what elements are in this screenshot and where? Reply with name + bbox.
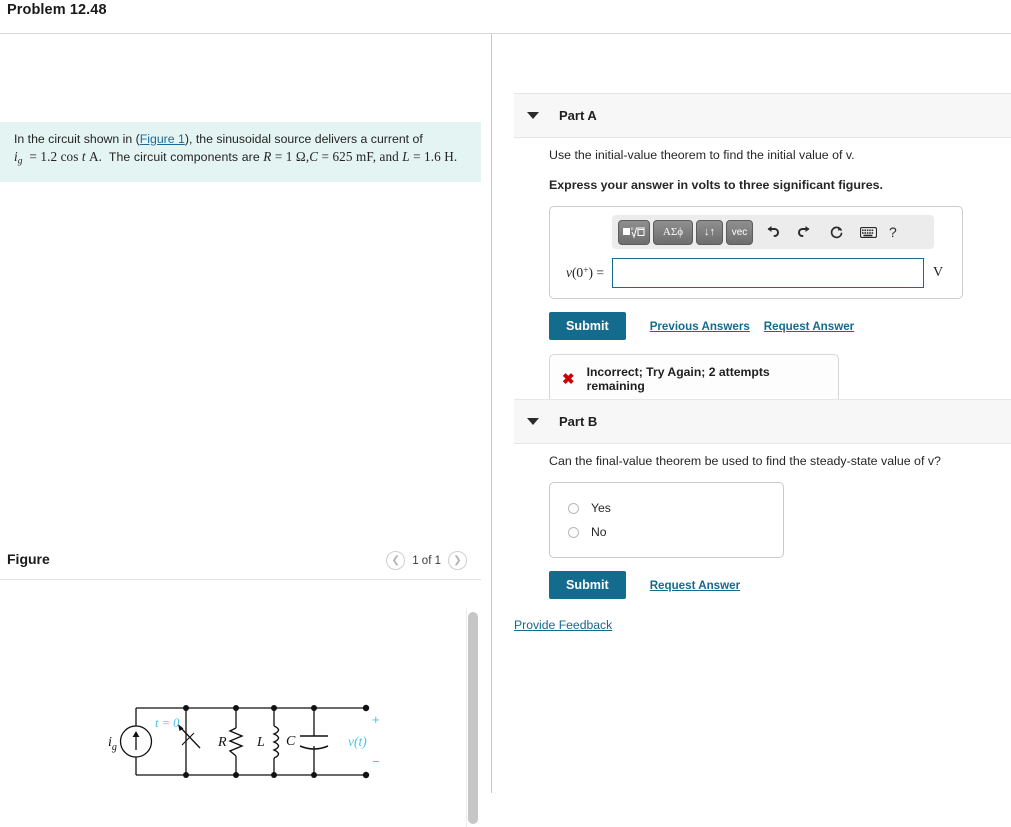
- part-b-prompt: Can the final-value theorem be used to f…: [549, 454, 941, 468]
- part-a-prompt-text: Use the initial-value theorem to find th…: [549, 148, 855, 162]
- math-template-button[interactable]: n: [618, 219, 650, 245]
- figure-pager: ❮ 1 of 1 ❯: [386, 551, 467, 570]
- resistor-unit: Ω: [295, 149, 306, 164]
- figure-title: Figure: [7, 551, 50, 567]
- vector-button[interactable]: vec: [726, 219, 753, 245]
- request-answer-link-b[interactable]: Request Answer: [650, 579, 740, 592]
- circuit-diagram: ig R L C t = 0 + v(t) −: [98, 690, 388, 805]
- page-title: Problem 12.48: [7, 2, 107, 18]
- inductor-value: 1.6: [424, 149, 441, 164]
- alert-message: Incorrect; Try Again; 2 attempts remaini…: [586, 365, 770, 393]
- part-a-answer-row: v(0+) = V: [560, 258, 952, 288]
- statement-text-pre: In the circuit shown in (: [14, 132, 140, 146]
- statement-text-post: ), the sinusoidal source delivers a curr…: [184, 132, 423, 146]
- part-a-header[interactable]: Part A: [514, 93, 1011, 138]
- part-b-body: Can the final-value theorem be used to f…: [514, 452, 1011, 599]
- polarity-minus-label: −: [372, 754, 380, 769]
- title-bar: Problem 12.48: [0, 0, 1011, 34]
- part-a-body: Use the initial-value theorem to find th…: [514, 146, 1011, 404]
- radio-label-no: No: [591, 525, 607, 539]
- part-a-submit-button[interactable]: Submit: [549, 312, 626, 340]
- part-b-submit-button[interactable]: Submit: [549, 571, 626, 599]
- inductor-label: L: [256, 735, 265, 750]
- capacitor-unit: mF: [355, 149, 373, 164]
- sqrt-template-icon: n: [623, 227, 645, 239]
- current-unit: A: [89, 149, 99, 164]
- capacitor-value: 625: [332, 149, 353, 164]
- answer-input[interactable]: [612, 258, 924, 288]
- radio-button-no[interactable]: [568, 526, 579, 538]
- x-mark-icon: ✖: [562, 370, 575, 388]
- part-b-actions: Submit Request Answer: [549, 571, 1011, 599]
- figure-page-label: 1 of 1: [412, 554, 441, 567]
- part-a-label: Part A: [559, 108, 597, 123]
- chevron-left-icon[interactable]: ❮: [386, 551, 406, 570]
- switch-time-label: t = 0: [155, 716, 180, 730]
- polarity-plus-label: +: [372, 712, 380, 727]
- figure-header: Figure ❮ 1 of 1 ❯: [0, 544, 481, 580]
- radio-button-yes[interactable]: [568, 502, 579, 514]
- circuit-svg: ig R L C t = 0 + v(t) −: [108, 704, 380, 779]
- problem-statement: In the circuit shown in (Figure 1), the …: [0, 122, 481, 182]
- part-a-actions: Submit Previous Answers Request Answer: [549, 312, 1011, 340]
- figure-scrollbar-thumb[interactable]: [468, 612, 478, 824]
- radio-label-yes: Yes: [591, 501, 611, 515]
- inductor-symbol: [272, 725, 280, 759]
- problem-statement-line-2: ig = 1.2 cos t A. The circuit components…: [14, 149, 458, 167]
- source-label: ig: [108, 735, 117, 753]
- radio-option-no[interactable]: No: [550, 520, 783, 544]
- math-toolbar: n ΑΣϕ ↓↑ vec ?: [612, 215, 934, 249]
- part-b-options: Yes No: [549, 482, 784, 558]
- part-b-label: Part B: [559, 414, 598, 429]
- request-answer-link-a[interactable]: Request Answer: [764, 320, 854, 333]
- redo-icon[interactable]: [791, 220, 817, 245]
- left-pane: In the circuit shown in (Figure 1), the …: [0, 34, 491, 827]
- capacitor-label: C: [286, 734, 296, 749]
- output-voltage-label: v(t): [348, 734, 367, 749]
- resistor-symbol: [228, 727, 244, 757]
- undo-icon[interactable]: [759, 220, 785, 245]
- answer-unit-label: V: [932, 265, 944, 280]
- provide-feedback-link[interactable]: Provide Feedback: [514, 618, 612, 632]
- caret-down-icon[interactable]: [527, 418, 539, 425]
- chevron-right-icon[interactable]: ❯: [448, 551, 467, 570]
- components-lead-text: The circuit components are: [108, 150, 264, 164]
- keyboard-icon[interactable]: [855, 220, 881, 245]
- figure-1-link[interactable]: Figure 1: [140, 132, 185, 146]
- inductor-unit: H: [444, 149, 454, 164]
- figure-body: ig R L C t = 0 + v(t) −: [0, 580, 481, 827]
- caret-down-icon[interactable]: [527, 112, 539, 119]
- vector-button-label: vec: [731, 226, 748, 238]
- right-pane: Part A Use the initial-value theorem to …: [492, 34, 1011, 793]
- part-b-header[interactable]: Part B: [514, 399, 1011, 444]
- answer-variable-label: v(0+) =: [565, 265, 604, 280]
- current-amplitude: 1.2: [40, 149, 58, 164]
- resistor-label: R: [217, 735, 227, 750]
- part-a-instruction: Express your answer in volts to three si…: [549, 178, 883, 192]
- previous-answers-link[interactable]: Previous Answers: [650, 320, 750, 333]
- current-symbol: ig: [14, 149, 23, 167]
- greek-letters-button[interactable]: ΑΣϕ: [653, 219, 693, 245]
- part-a-status-alert: ✖ Incorrect; Try Again; 2 attempts remai…: [549, 354, 839, 404]
- reset-icon[interactable]: [823, 220, 849, 245]
- help-icon[interactable]: ?: [889, 224, 897, 240]
- svg-text:n: n: [631, 227, 634, 232]
- part-a-prompt: Use the initial-value theorem to find th…: [514, 146, 1011, 164]
- sub-superscript-button[interactable]: ↓↑: [696, 219, 723, 245]
- radio-option-yes[interactable]: Yes: [550, 496, 783, 520]
- part-a-answer-box: n ΑΣϕ ↓↑ vec ? v(0+) = V: [549, 206, 963, 299]
- problem-statement-line-1: In the circuit shown in (Figure 1), the …: [14, 131, 467, 148]
- resistor-value: 1: [285, 149, 293, 164]
